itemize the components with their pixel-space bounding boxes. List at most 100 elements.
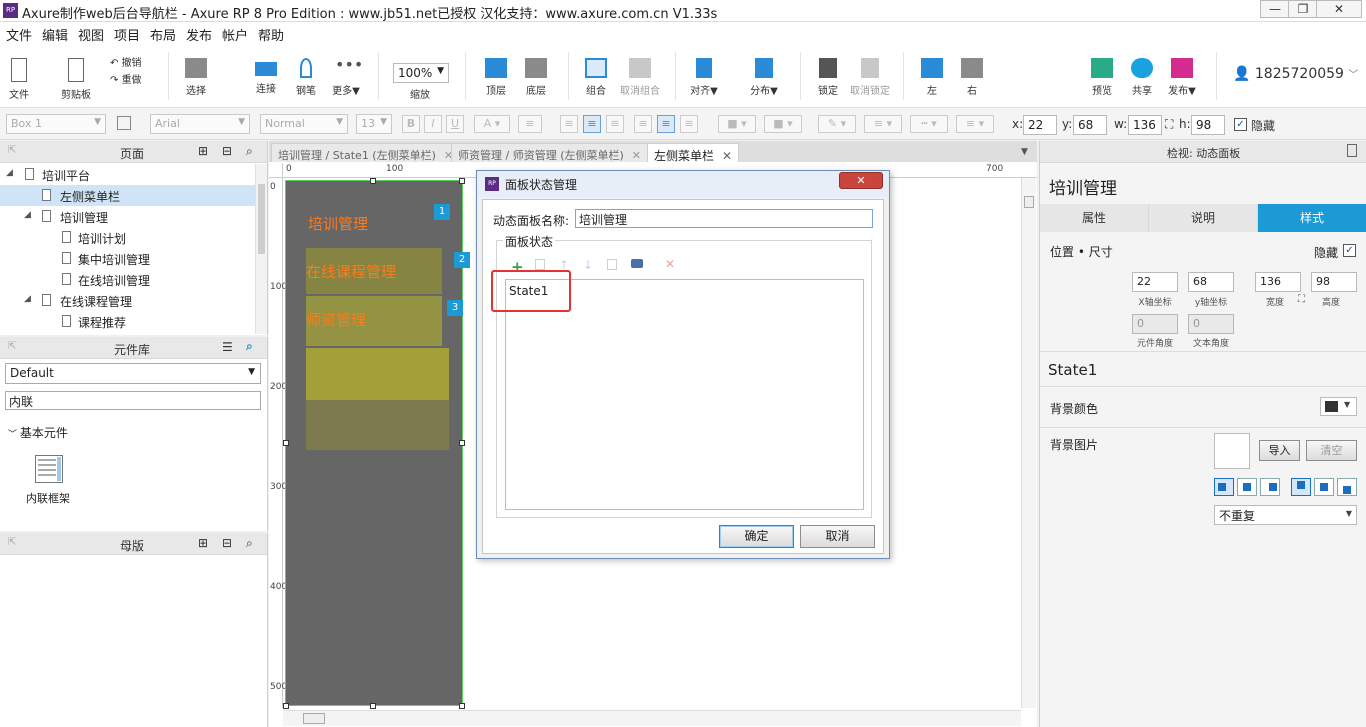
group-button[interactable]: 组合 [578,58,614,97]
library-search-input[interactable]: 内联 [5,391,261,410]
page-item[interactable]: ◢ 培训管理 [0,206,255,227]
close-icon[interactable]: ✕ [722,149,732,163]
menu-project[interactable]: 项目 [114,25,140,44]
menu-account[interactable]: 帐户 [222,25,248,44]
shadow-button[interactable]: ■ ▾ [764,115,802,133]
maximize-button[interactable]: ❐ [1288,0,1318,18]
add-folder-icon[interactable]: ⊟ [222,144,232,158]
clipboard-button[interactable]: 剪贴板 [56,58,96,101]
align-top-image-button[interactable] [1291,478,1311,496]
add-folder-icon[interactable]: ⊟ [222,536,232,550]
height-input[interactable]: 98 [1311,272,1357,292]
close-icon[interactable]: ✕ [632,149,641,162]
zoom-select[interactable]: 100% ▼ [393,63,449,83]
widget-group-header[interactable]: ﹀ 基本元件 [8,424,68,441]
resize-handle[interactable] [459,440,465,446]
y-input[interactable]: 68 [1073,115,1107,135]
width-input[interactable]: 136 [1128,115,1162,135]
align-left-button[interactable]: ≡ [560,115,578,133]
redo-button[interactable]: ↷ 重做 [110,71,142,86]
x-coordinate-input[interactable]: 22 [1132,272,1178,292]
ungroup-button[interactable]: 取消组合 [617,58,663,97]
tab-notes[interactable]: 说明 [1149,204,1258,232]
bring-to-top-button[interactable]: 顶层 [478,58,514,97]
page-item[interactable]: 培训计划 [0,227,255,248]
font-size-select[interactable]: 13 ▼ [356,114,392,134]
tabs-dropdown-icon[interactable]: ▼ [1021,147,1028,157]
bold-button[interactable]: B [402,115,420,133]
collapse-icon[interactable]: ⇱ [8,145,16,156]
resize-handle[interactable] [283,440,289,446]
more-button[interactable]: ••• 更多▼ [328,57,364,98]
y-coordinate-input[interactable]: 68 [1188,272,1234,292]
align-bottom-image-button[interactable] [1337,478,1357,496]
underline-button[interactable]: U [446,115,464,133]
distribute-button[interactable]: 分布▼ [746,58,782,97]
align-right-image-button[interactable] [1260,478,1280,496]
tab-style[interactable]: 样式 [1258,204,1366,232]
page-item[interactable]: ◢ 在线课程管理 [0,290,255,311]
line-color-button[interactable]: ✎ ▾ [818,115,856,133]
lock-button[interactable]: 锁定 [810,58,846,97]
select-button[interactable]: 选择 [178,58,214,97]
width-input[interactable]: 136 [1255,272,1301,292]
font-weight-select[interactable]: Normal ▼ [260,114,348,134]
canvas-horizontal-scrollbar[interactable] [283,710,1021,726]
hidden-checkbox[interactable]: ✓ [1234,118,1247,131]
resize-handle[interactable] [370,178,376,184]
notes-icon[interactable] [1347,144,1357,157]
unlock-button[interactable]: 取消锁定 [848,58,892,97]
rotation-input[interactable]: 0 [1132,314,1178,334]
resize-handle[interactable] [283,703,289,709]
clear-image-button[interactable]: 清空 [1306,440,1357,461]
cancel-button[interactable]: 取消 [800,525,875,548]
expand-icon[interactable]: ◢ [24,210,31,220]
valign-bottom-button[interactable]: ≡ [680,115,698,133]
text-rotation-input[interactable]: 0 [1188,314,1234,334]
left-button[interactable]: 左 [914,58,950,97]
tab-left-menu[interactable]: 左侧菜单栏 ✕ [647,143,740,163]
resize-handle[interactable] [459,703,465,709]
add-page-icon[interactable]: ⊞ [198,144,208,158]
tab-teacher[interactable]: 师资管理 / 师资管理 (左侧菜单栏) ✕ [451,143,648,163]
page-item-selected[interactable]: 左侧菜单栏 [0,185,255,206]
align-center-button[interactable]: ≡ [583,115,601,133]
x-input[interactable]: 22 [1023,115,1057,135]
arrow-style-button[interactable]: ≡ ▾ [956,115,994,133]
align-center-image-button[interactable] [1237,478,1257,496]
share-button[interactable]: 共享 [1124,58,1160,97]
pen-button[interactable]: 钢笔 [288,58,324,97]
dialog-close-button[interactable]: ✕ [839,172,883,189]
connect-button[interactable]: 连接 [248,58,284,95]
file-button[interactable]: 文件 [6,58,32,101]
menu-edit[interactable]: 编辑 [42,25,68,44]
preview-button[interactable]: 预览 [1084,58,1120,97]
align-middle-image-button[interactable] [1314,478,1334,496]
bullet-list-button[interactable]: ≡ [518,115,542,133]
publish-button[interactable]: 发布▼ [1164,58,1200,97]
menu-help[interactable]: 帮助 [258,25,284,44]
text-color-button[interactable]: A ▾ [474,115,510,133]
valign-middle-button[interactable]: ≡ [657,115,675,133]
menu-view[interactable]: 视图 [78,25,104,44]
format-painter-icon[interactable] [117,116,131,130]
align-button[interactable]: 对齐▼ [686,58,722,97]
widget-name[interactable]: 培训管理 [1049,174,1117,199]
font-select[interactable]: Arial ▼ [150,114,250,134]
line-width-button[interactable]: ≡ ▾ [864,115,902,133]
menu-layout[interactable]: 布局 [150,25,176,44]
hidden-checkbox[interactable]: ✓ [1343,244,1356,257]
page-item[interactable]: 集中培训管理 [0,248,255,269]
right-button[interactable]: 右 [954,58,990,97]
fill-color-button[interactable]: ■ ▾ [718,115,756,133]
italic-button[interactable]: I [424,115,442,133]
duplicate-state-icon[interactable] [535,259,545,270]
lock-ratio-icon[interactable]: ⛶ [1165,117,1173,132]
ok-button[interactable]: 确定 [719,525,794,548]
expand-icon[interactable]: ◢ [24,294,31,304]
canvas-vertical-scrollbar[interactable] [1021,178,1036,708]
line-style-button[interactable]: ┅ ▾ [910,115,948,133]
collapse-icon[interactable]: ⇱ [8,537,16,548]
expand-icon[interactable]: ◢ [6,168,13,178]
delete-state-icon[interactable]: ✕ [665,257,675,271]
